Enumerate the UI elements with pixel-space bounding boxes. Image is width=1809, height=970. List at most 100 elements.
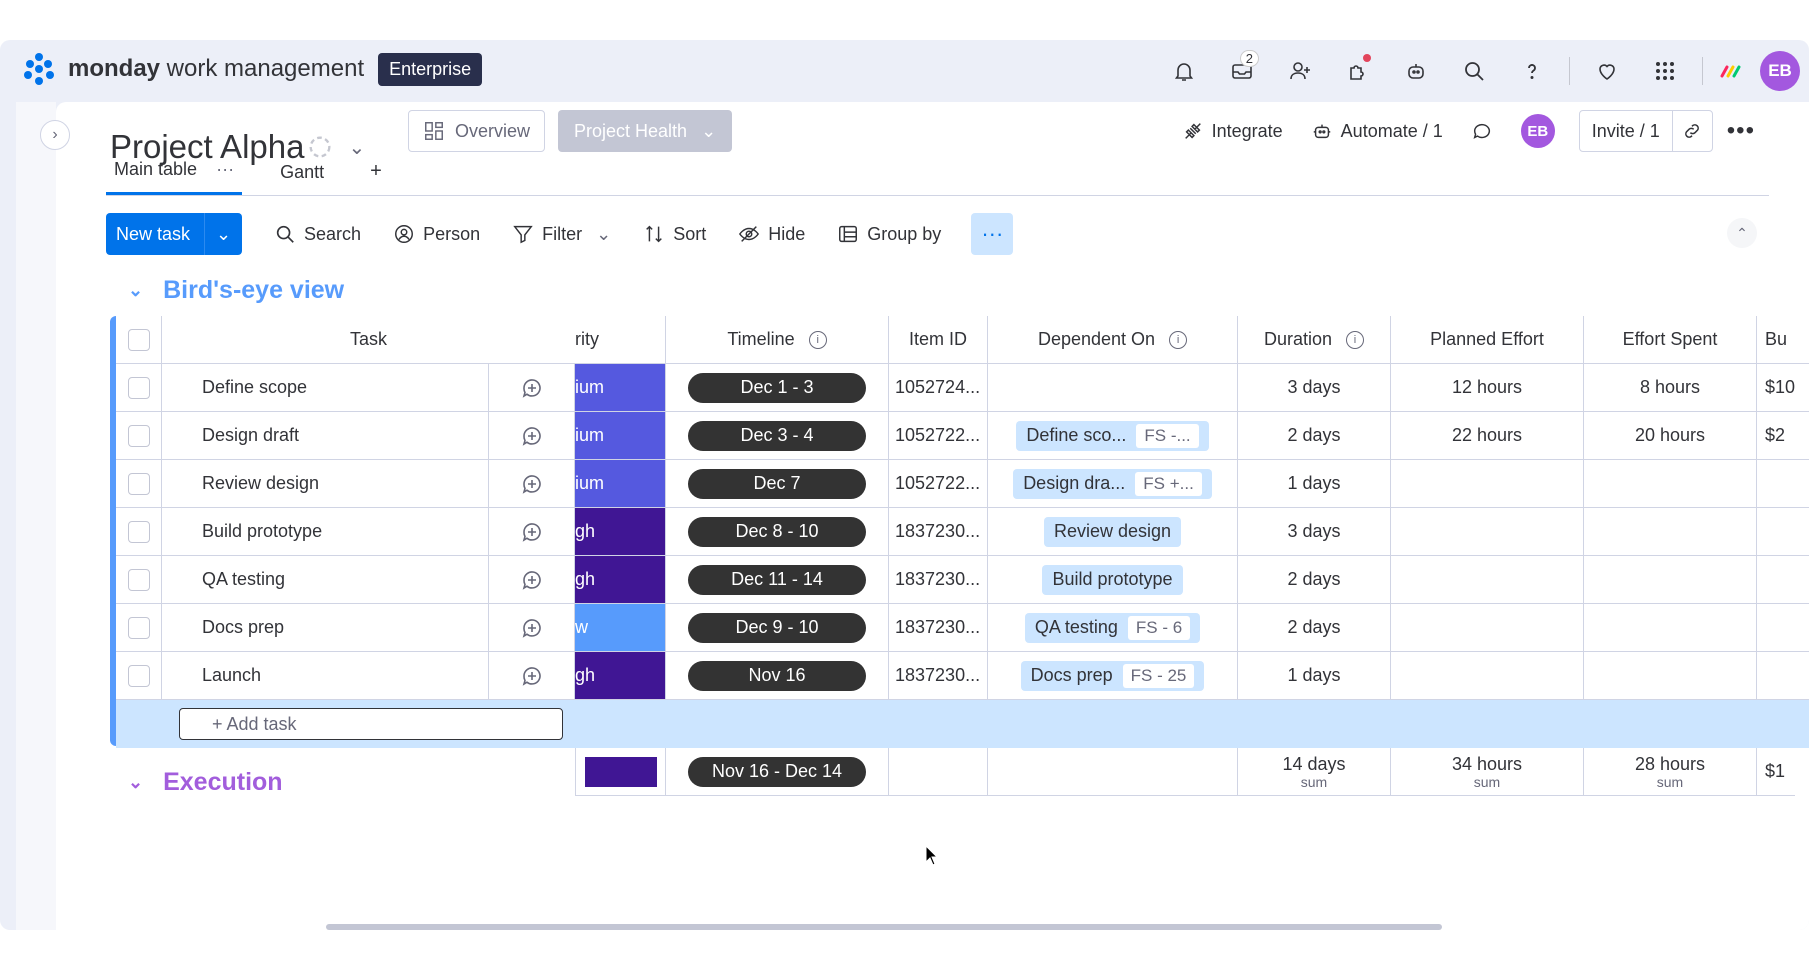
search-button[interactable]: Search [274,223,361,245]
effort-spent-cell[interactable]: 20 hours [1584,412,1757,460]
timeline-cell[interactable]: Dec 8 - 10 [666,508,889,556]
priority-cell[interactable]: gh [575,508,666,556]
task-name-cell[interactable]: QA testing [162,556,488,604]
dependency-chip[interactable]: Design dra... FS +... [1013,468,1212,499]
row-checkbox[interactable] [116,556,162,604]
header-effort-spent[interactable]: Effort Spent [1584,316,1757,364]
automate-button[interactable]: Automate / 1 [1297,110,1457,152]
table-row[interactable]: Design draft ium Dec 3 - 4 1052722... Define… [116,412,1809,460]
timeline-cell[interactable]: Dec 11 - 14 [666,556,889,604]
effort-spent-cell[interactable] [1584,604,1757,652]
dependency-chip[interactable]: Review design [1043,516,1182,547]
planned-effort-cell[interactable] [1391,652,1584,700]
dependent-on-cell[interactable]: Review design [988,508,1238,556]
invite-members-icon[interactable] [1271,50,1329,92]
sort-button[interactable]: Sort [643,223,706,245]
monday-products-icon[interactable] [1711,50,1751,92]
add-update-icon[interactable] [488,556,575,604]
dependency-chip[interactable]: QA testing FS - 6 [1024,612,1201,643]
copy-link-icon[interactable] [1671,110,1712,152]
info-icon[interactable]: i [808,330,827,349]
dependent-on-cell[interactable]: Build prototype [988,556,1238,604]
heart-icon[interactable] [1578,50,1636,92]
effort-spent-cell[interactable] [1584,508,1757,556]
header-planned-effort[interactable]: Planned Effort [1391,316,1584,364]
tab-options-icon[interactable]: ··· [216,159,234,179]
new-task-button[interactable]: New task ⌄ [106,213,243,255]
effort-spent-cell[interactable] [1584,460,1757,508]
table-row[interactable]: Build prototype gh Dec 8 - 10 1837230... Rev… [116,508,1809,556]
priority-cell[interactable]: ium [575,460,666,508]
header-dependent-on[interactable]: Dependent On i [988,316,1238,364]
effort-spent-cell[interactable]: 8 hours [1584,364,1757,412]
monday-logo[interactable]: monday work management Enterprise [22,52,483,86]
row-checkbox[interactable] [116,604,162,652]
tab-gantt[interactable]: Gantt [272,162,332,195]
chevron-down-icon[interactable]: ⌄ [128,772,143,793]
priority-cell[interactable]: gh [575,652,666,700]
header-budget[interactable]: Bu [1757,316,1809,364]
add-update-icon[interactable] [488,652,575,700]
bell-icon[interactable] [1155,50,1213,92]
add-view-button[interactable]: + [362,160,390,195]
priority-cell[interactable]: ium [575,364,666,412]
apps-grid-icon[interactable] [1636,50,1694,92]
add-update-icon[interactable] [488,508,575,556]
timeline-cell[interactable]: Dec 7 [666,460,889,508]
filter-button[interactable]: Filter ⌄ [512,223,611,245]
task-name-cell[interactable]: Review design [162,460,488,508]
priority-cell[interactable]: w [575,604,666,652]
task-name-cell[interactable]: Define scope [162,364,488,412]
planned-effort-cell[interactable] [1391,556,1584,604]
row-checkbox[interactable] [116,412,162,460]
add-update-icon[interactable] [488,364,575,412]
more-options-icon[interactable]: ••• [1713,110,1769,152]
timeline-cell[interactable]: Dec 1 - 3 [666,364,889,412]
header-timeline[interactable]: Timeline i [666,316,889,364]
header-item-id[interactable]: Item ID [889,316,988,364]
dependent-on-cell[interactable]: QA testing FS - 6 [988,604,1238,652]
dependent-on-cell[interactable] [988,364,1238,412]
group-by-button[interactable]: Group by [837,223,941,245]
task-name-cell[interactable]: Docs prep [162,604,488,652]
chevron-down-icon[interactable]: ⌄ [596,224,611,245]
dependent-on-cell[interactable]: Docs prep FS - 25 [988,652,1238,700]
more-actions-button[interactable]: ··· [971,213,1014,255]
budget-cell[interactable] [1757,508,1809,556]
group-title-execution[interactable]: ⌄ Execution [128,768,283,797]
add-update-icon[interactable] [488,412,575,460]
planned-effort-cell[interactable] [1391,604,1584,652]
header-task[interactable]: Task [162,316,575,364]
planned-effort-cell[interactable]: 12 hours [1391,364,1584,412]
project-health-button[interactable]: Project Health ⌄ [558,110,733,152]
apps-marketplace-icon[interactable] [1329,50,1387,92]
budget-cell[interactable]: $10 [1757,364,1809,412]
select-all-checkbox[interactable] [116,316,162,364]
integrate-button[interactable]: Integrate [1168,110,1297,152]
effort-spent-cell[interactable] [1584,652,1757,700]
budget-cell[interactable] [1757,556,1809,604]
budget-cell[interactable] [1757,604,1809,652]
dependency-chip[interactable]: Define sco... FS -... [1016,420,1209,451]
horizontal-scrollbar[interactable] [326,924,1442,930]
table-row[interactable]: Docs prep w Dec 9 - 10 1837230... QA testing… [116,604,1809,652]
priority-cell[interactable]: ium [575,412,666,460]
invite-button[interactable]: Invite / 1 [1578,110,1713,152]
row-checkbox[interactable] [116,364,162,412]
user-avatar[interactable]: EB [1751,50,1809,92]
dependency-chip[interactable]: Docs prep FS - 25 [1020,660,1205,691]
timeline-cell[interactable]: Dec 9 - 10 [666,604,889,652]
updates-button[interactable] [1457,110,1507,152]
tab-main-table[interactable]: Main table ··· [106,159,243,195]
task-name-cell[interactable]: Design draft [162,412,488,460]
add-update-icon[interactable] [488,604,575,652]
dependent-on-cell[interactable]: Define sco... FS -... [988,412,1238,460]
row-checkbox[interactable] [116,508,162,556]
table-row[interactable]: Define scope ium Dec 1 - 3 1052724... 3 days… [116,364,1809,412]
planned-effort-cell[interactable] [1391,460,1584,508]
table-row[interactable]: Review design ium Dec 7 1052722... Design dr… [116,460,1809,508]
add-task-input[interactable]: + Add task [179,708,563,740]
budget-cell[interactable]: $2 [1757,412,1809,460]
planned-effort-cell[interactable] [1391,508,1584,556]
info-icon[interactable]: i [1169,330,1188,349]
